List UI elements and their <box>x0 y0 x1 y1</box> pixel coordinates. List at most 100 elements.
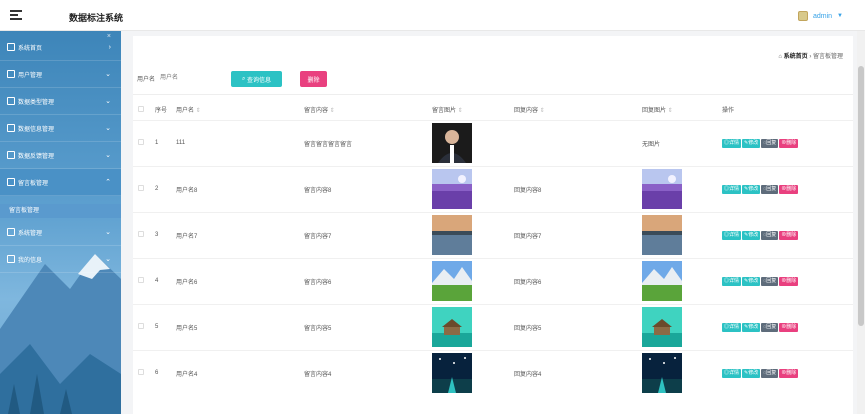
row-actions: ◎详情 ✎修改 ◌回复 ⊗删除 <box>722 368 853 378</box>
message-image[interactable] <box>432 353 514 394</box>
reply-button[interactable]: ◌回复 <box>761 230 779 240</box>
message-image[interactable] <box>432 169 514 209</box>
cell-user: 用户名7 <box>176 211 304 258</box>
search-row: 用户名 <box>137 71 221 85</box>
detail-button[interactable]: ◎详情 <box>722 322 742 332</box>
row-delete-button[interactable]: ⊗删除 <box>779 322 799 332</box>
message-image[interactable] <box>432 215 514 255</box>
row-actions: ◎详情 ✎修改 ◌回复 ⊗删除 <box>722 322 853 332</box>
row-delete-button[interactable]: ⊗删除 <box>779 184 799 194</box>
reply-button[interactable]: ◌回复 <box>761 276 779 286</box>
message-image[interactable] <box>432 261 514 301</box>
menu-toggle-icon[interactable] <box>10 10 22 20</box>
header-reply-image[interactable]: 回复图片 ⇕ <box>642 100 722 120</box>
sidebar-item-data-info[interactable]: 数据信息管理 ⌄ <box>0 115 121 142</box>
header-content[interactable]: 留言内容 ⇕ <box>304 100 432 120</box>
chevron-icon: › <box>108 43 111 51</box>
detail-button[interactable]: ◎详情 <box>722 276 742 286</box>
sidebar-item-users[interactable]: 用户管理 ⌄ <box>0 61 121 88</box>
chevron-down-icon: ⌄ <box>105 256 111 263</box>
reply-button[interactable]: ◌回复 <box>761 138 779 148</box>
table-row: 6 用户名4 留言内容4 回复内容4 ◎详情 ✎修改 ◌回复 ⊗删除 <box>133 349 853 396</box>
cell-user: 用户名5 <box>176 303 304 350</box>
chevron-down-icon: ⌄ <box>105 152 111 159</box>
row-delete-button[interactable]: ⊗删除 <box>779 138 799 148</box>
table-row: 1 111 留言留言留言留言 无图片 ◎详情 ✎修改 ◌回复 ⊗删除 <box>133 119 853 166</box>
row-delete-button[interactable]: ⊗删除 <box>779 230 799 240</box>
row-checkbox[interactable] <box>138 185 144 191</box>
scrollbar-thumb[interactable] <box>858 66 864 326</box>
header-reply[interactable]: 回复内容 ⇕ <box>514 100 642 120</box>
cell-reply: 回复内容4 <box>514 349 642 396</box>
edit-button[interactable]: ✎修改 <box>742 184 761 194</box>
message-icon <box>7 178 15 186</box>
reply-button[interactable]: ◌回复 <box>761 368 779 378</box>
table-row: 2 用户名8 留言内容8 回复内容8 ◎详情 ✎修改 ◌回复 ⊗删除 <box>133 165 853 212</box>
scrollbar[interactable] <box>857 31 865 414</box>
edit-button[interactable]: ✎修改 <box>742 322 761 332</box>
top-bar: 数据标注系统 admin ▼ <box>0 0 865 31</box>
cell-reply: 回复内容5 <box>514 303 642 350</box>
header-user[interactable]: 用户名 ⇕ <box>176 100 304 120</box>
user-icon <box>7 70 15 78</box>
select-all-checkbox[interactable] <box>138 105 144 112</box>
search-button-label: 查询信息 <box>247 77 272 84</box>
message-image[interactable] <box>432 307 514 347</box>
row-delete-button[interactable]: ⊗删除 <box>779 368 799 378</box>
username-search-input[interactable] <box>160 71 221 85</box>
breadcrumb: ⌂ 系统首页 › 留言板管理 <box>778 51 843 60</box>
cell-reply: 回复内容7 <box>514 211 642 258</box>
row-checkbox[interactable] <box>138 231 144 237</box>
breadcrumb-home[interactable]: 系统首页 <box>784 54 808 60</box>
edit-button[interactable]: ✎修改 <box>742 230 761 240</box>
detail-button[interactable]: ◎详情 <box>722 368 742 378</box>
user-menu[interactable]: admin ▼ <box>797 11 843 21</box>
message-image[interactable] <box>432 123 514 163</box>
row-delete-button[interactable]: ⊗删除 <box>779 276 799 286</box>
edit-button[interactable]: ✎修改 <box>742 276 761 286</box>
cell-content: 留言内容7 <box>304 211 432 258</box>
cell-content: 留言内容6 <box>304 257 432 304</box>
chevron-down-icon: ⌄ <box>105 71 111 78</box>
detail-button[interactable]: ◎详情 <box>722 138 742 148</box>
sidebar-item-data-types[interactable]: 数据类型管理 ⌄ <box>0 88 121 115</box>
search-button[interactable]: ⌕ 查询信息 <box>231 71 282 87</box>
sidebar-item-feedback[interactable]: 数据反馈管理 ⌄ <box>0 142 121 169</box>
header-image[interactable]: 留言图片 ⇕ <box>432 100 514 120</box>
detail-button[interactable]: ◎详情 <box>722 184 742 194</box>
row-checkbox[interactable] <box>138 369 144 376</box>
edit-button[interactable]: ✎修改 <box>742 368 761 378</box>
search-label: 用户名 <box>137 76 156 83</box>
cell-index: 3 <box>155 211 176 258</box>
table-row: 3 用户名7 留言内容7 回复内容7 ◎详情 ✎修改 ◌回复 ⊗删除 <box>133 211 853 258</box>
row-checkbox[interactable] <box>138 139 144 145</box>
sidebar-item-label: 数据反馈管理 <box>18 153 55 160</box>
reply-button[interactable]: ◌回复 <box>761 322 779 332</box>
cell-index: 1 <box>155 119 176 166</box>
app-title: 数据标注系统 <box>69 13 124 23</box>
row-actions: ◎详情 ✎修改 ◌回复 ⊗删除 <box>722 138 853 148</box>
row-actions: ◎详情 ✎修改 ◌回复 ⊗删除 <box>722 184 853 194</box>
send-icon <box>7 124 15 132</box>
detail-button[interactable]: ◎详情 <box>722 230 742 240</box>
sidebar-item-home[interactable]: 系统首页 › <box>0 34 121 61</box>
sidebar-item-system[interactable]: 系统管理 ⌄ <box>0 219 121 246</box>
reply-image <box>642 353 722 394</box>
reply-button[interactable]: ◌回复 <box>761 184 779 194</box>
tag-icon <box>7 97 15 105</box>
sidebar-item-label: 用户管理 <box>18 72 43 79</box>
row-checkbox[interactable] <box>138 277 144 283</box>
reply-image <box>642 261 722 301</box>
row-checkbox[interactable] <box>138 323 144 329</box>
cell-content: 留言内容4 <box>304 349 432 396</box>
cell-content: 留言留言留言留言 <box>304 119 432 166</box>
submenu-message-board[interactable]: 留言板管理 <box>0 204 121 218</box>
sidebar-item-profile[interactable]: 我的信息 ⌄ <box>0 246 121 273</box>
cell-user: 用户名4 <box>176 349 304 396</box>
sidebar-item-messages[interactable]: 留言板管理 ⌃ <box>0 169 121 196</box>
row-actions: ◎详情 ✎修改 ◌回复 ⊗删除 <box>722 230 853 240</box>
grid-icon <box>7 151 15 159</box>
edit-button[interactable]: ✎修改 <box>742 138 761 148</box>
sidebar-item-label: 系统首页 <box>18 45 43 52</box>
delete-button[interactable]: 删除 <box>300 71 327 87</box>
